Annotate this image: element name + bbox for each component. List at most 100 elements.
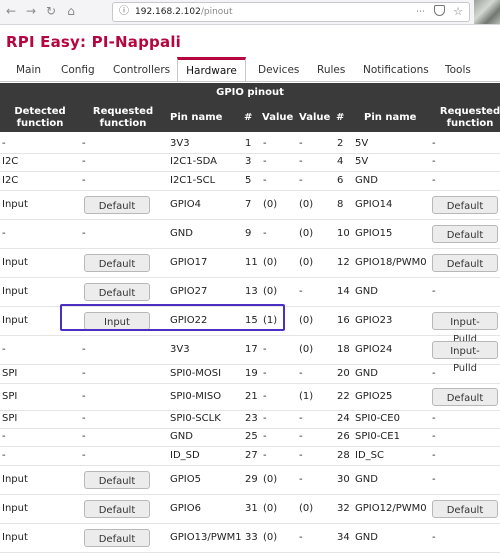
pin-number: 25 [245, 431, 258, 442]
pinout-table-header: GPIO pinout Detected function Requested … [0, 83, 500, 132]
pin-value: (1) [263, 315, 278, 326]
tab-hardware[interactable]: Hardware [177, 57, 246, 81]
header-value: Value [262, 112, 294, 123]
pin-value-2: - [299, 431, 303, 442]
pin-value: - [263, 138, 267, 149]
header-value-2: Value [299, 112, 331, 123]
pin-name: GPIO6 [170, 503, 201, 514]
pin-name: 3V3 [170, 138, 190, 149]
header-requested-function: Requested function [92, 106, 154, 129]
requested-function-button[interactable]: Default [84, 196, 150, 214]
pin-number: 33 [245, 532, 258, 543]
tab-notifications[interactable]: Notifications [363, 60, 429, 82]
pin-number-2: 12 [337, 257, 350, 268]
pin-number-2: 30 [337, 474, 350, 485]
requested-function-right-button-text: - [432, 156, 436, 167]
requested-function-button-text: - [82, 391, 86, 402]
requested-function-right-button[interactable]: Default [432, 225, 498, 243]
header-detected-function: Detected function [14, 106, 66, 129]
tab-devices[interactable]: Devices [258, 60, 299, 82]
pin-name-2: GND [355, 286, 378, 297]
pin-number: 21 [245, 391, 258, 402]
pin-name: SPI0-SCLK [170, 413, 221, 424]
pin-value-2: (0) [299, 503, 314, 514]
back-icon[interactable]: ← [4, 4, 18, 18]
pin-value-2: - [299, 286, 303, 297]
requested-function-right-button-text: - [432, 450, 436, 461]
pin-number: 11 [245, 257, 258, 268]
bookmark-star-icon[interactable]: ☆ [453, 3, 463, 21]
tab-tools[interactable]: Tools [445, 60, 471, 82]
requested-function-right-button-text: - [432, 474, 436, 485]
requested-function-button-text: - [82, 431, 86, 442]
pin-value-2: - [299, 532, 303, 543]
tab-controllers[interactable]: Controllers [113, 60, 170, 82]
table-row: SPI - SPI0-SCLK 23- -24 SPI0-CE0- [0, 410, 500, 429]
requested-function-button[interactable]: Default [84, 254, 150, 272]
pin-value-2: (0) [299, 315, 314, 326]
pocket-icon[interactable] [434, 5, 445, 16]
forward-icon[interactable]: → [24, 4, 38, 18]
detected-function: - [2, 138, 6, 149]
requested-function-button[interactable]: Input [84, 312, 150, 330]
pin-number-2: 16 [337, 315, 350, 326]
detected-function: - [2, 431, 6, 442]
pin-name: GPIO5 [170, 474, 201, 485]
reload-icon[interactable]: ↻ [44, 4, 58, 18]
pin-name: GND [170, 431, 193, 442]
requested-function-right-button[interactable]: Default [432, 388, 498, 406]
table-row: I2C - I2C1-SCL 5- -6 GND - [0, 171, 500, 191]
requested-function-right-button[interactable]: Default [432, 254, 498, 272]
pin-value: - [263, 228, 267, 239]
pin-value: - [263, 175, 267, 186]
home-icon[interactable]: ⌂ [64, 4, 78, 18]
requested-function-right-button[interactable]: Default [432, 196, 498, 214]
requested-function-right-button-text: - [432, 368, 436, 379]
pin-number: 13 [245, 286, 258, 297]
pin-name-2: GND [355, 474, 378, 485]
table-row: SPI - SPI0-MOSI 19- -20 GND - [0, 364, 500, 384]
pin-name-2: GPIO12/PWM0 [355, 503, 427, 514]
requested-function-right-button[interactable]: Input-Pulld [432, 341, 498, 374]
pin-number: 3 [245, 156, 252, 167]
requested-function-button[interactable]: Default [84, 500, 150, 518]
requested-function-button[interactable]: Default [84, 529, 150, 547]
pin-name-2: SPI0-CE0 [355, 413, 400, 424]
pin-name-2: GND [355, 175, 378, 186]
site-info-icon[interactable]: ⓘ [119, 3, 129, 21]
tab-main[interactable]: Main [16, 60, 41, 82]
pin-name: GND [170, 228, 193, 239]
url-bar[interactable]: ⓘ 192.168.2.102/pinout ⋯ ☆ [112, 2, 470, 22]
requested-function-button[interactable]: Default [84, 283, 150, 301]
pin-number: 7 [245, 199, 252, 210]
requested-function-button-text: - [82, 368, 86, 379]
pin-number-2: 4 [337, 156, 344, 167]
pin-number: 31 [245, 503, 258, 514]
requested-function-right-button[interactable]: Default [432, 500, 498, 518]
pin-number-2: 24 [337, 413, 350, 424]
tab-rules[interactable]: Rules [317, 60, 345, 82]
pin-number-2: 10 [337, 228, 350, 239]
background-image [474, 0, 500, 24]
url-host: 192.168.2.102 [135, 7, 201, 17]
requested-function-button[interactable]: Default [84, 471, 150, 489]
detected-function: SPI [2, 391, 18, 402]
detected-function: Input [2, 532, 28, 543]
tab-config[interactable]: Config [61, 60, 95, 82]
pin-name: I2C1-SDA [170, 156, 217, 167]
pin-value: (0) [263, 474, 278, 485]
pin-name-2: GPIO23 [355, 315, 393, 326]
pin-value-2: - [299, 450, 303, 461]
pin-number: 17 [245, 344, 258, 355]
requested-function-button-text: - [82, 138, 86, 149]
pin-name: 3V3 [170, 344, 190, 355]
requested-function-button-text: - [82, 344, 86, 355]
pin-value: (0) [263, 532, 278, 543]
header-requested-function-2: Requested function [439, 106, 500, 129]
url-path: /pinout [200, 7, 233, 17]
requested-function-right-button[interactable]: Input-Pulld [432, 312, 498, 345]
table-row: Input Default GPIO27 13 (0) - 14 GND - [0, 277, 500, 307]
pin-name-2: GND [355, 532, 378, 543]
pin-name: GPIO4 [170, 199, 201, 210]
page-actions-icon[interactable]: ⋯ [416, 3, 425, 21]
